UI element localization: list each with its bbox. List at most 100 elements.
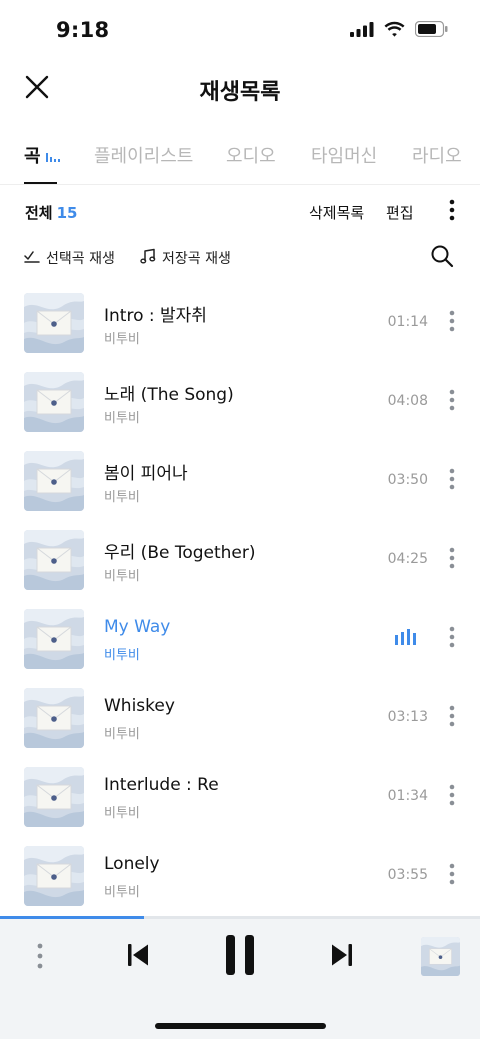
play-saved-label: 저장곡 재생 (162, 251, 231, 267)
skip-previous-icon (127, 943, 149, 971)
pause-icon (224, 934, 256, 980)
check-play-icon (24, 249, 40, 267)
more-vertical-icon (449, 705, 455, 731)
song-duration: 04:08 (387, 393, 428, 409)
progress-bar[interactable] (0, 916, 480, 919)
total-count-label: 전체 15 (25, 202, 77, 223)
more-vertical-icon (449, 547, 455, 573)
equalizer-icon (395, 629, 416, 645)
more-vertical-icon (449, 468, 455, 494)
song-title: Intro : 발자취 (104, 306, 207, 326)
song-duration: 03:50 (387, 472, 428, 488)
more-vertical-icon (449, 626, 455, 652)
song-row[interactable]: Lonely 비투비 03:55 (0, 836, 480, 915)
song-title: Lonely (104, 854, 160, 874)
song-more-button[interactable] (440, 467, 464, 495)
song-more-button[interactable] (440, 783, 464, 811)
song-duration: 04:25 (387, 551, 428, 567)
active-tab-indicator (24, 182, 57, 184)
song-row[interactable]: Intro : 발자취 비투비 01:14 (0, 283, 480, 362)
search-icon (430, 244, 454, 272)
tab-playlists[interactable]: 플레이리스트 (94, 142, 193, 168)
song-artist: 비투비 (104, 806, 140, 821)
music-note-icon (140, 248, 156, 268)
page-title: 재생목록 (199, 80, 281, 105)
song-more-button[interactable] (440, 546, 464, 574)
mini-player (0, 916, 480, 1039)
player-more-button[interactable] (26, 938, 54, 978)
tab-radio[interactable]: 라디오 (412, 142, 462, 168)
list-toolbar: 전체 15 삭제목록 편집 (0, 190, 480, 234)
album-art (24, 293, 84, 353)
song-more-button[interactable] (440, 704, 464, 732)
play-saved-button[interactable]: 저장곡 재생 (140, 248, 231, 268)
album-art (24, 451, 84, 511)
header: 재생목록 (0, 62, 480, 118)
song-row[interactable]: Interlude : Re 비투비 01:34 (0, 757, 480, 836)
song-title: My Way (104, 617, 171, 637)
wifi-icon (384, 21, 405, 41)
previous-button[interactable] (122, 941, 154, 973)
song-artist: 비투비 (104, 727, 140, 742)
song-more-button[interactable] (440, 388, 464, 416)
more-vertical-icon (37, 941, 43, 975)
more-vertical-icon (449, 784, 455, 810)
status-time: 9:18 (56, 18, 110, 42)
song-title: Whiskey (104, 696, 175, 716)
signal-icon (350, 21, 374, 41)
search-button[interactable] (428, 244, 456, 272)
song-title: 봄이 피어나 (104, 464, 188, 484)
more-vertical-icon (449, 863, 455, 889)
pause-button[interactable] (218, 934, 262, 980)
song-duration: 03:55 (387, 867, 428, 883)
song-artist: 비투비 (104, 490, 140, 505)
total-label-text: 전체 (25, 204, 53, 222)
song-artist: 비투비 (104, 648, 140, 663)
tab-audio[interactable]: 오디오 (226, 142, 276, 168)
more-vertical-icon (449, 389, 455, 415)
song-artist: 비투비 (104, 569, 140, 584)
edit-button[interactable]: 편집 (386, 202, 414, 223)
song-duration: 01:14 (387, 314, 428, 330)
song-title: 노래 (The Song) (104, 385, 234, 405)
play-selected-label: 선택곡 재생 (46, 251, 115, 267)
song-artist: 비투비 (104, 411, 140, 426)
deleted-list-button[interactable]: 삭제목록 (309, 202, 364, 223)
song-duration: 03:13 (387, 709, 428, 725)
skip-next-icon (331, 943, 353, 971)
song-more-button[interactable] (440, 862, 464, 890)
status-icons (350, 20, 448, 41)
tab-time-machine[interactable]: 타임머신 (311, 142, 377, 168)
song-list: Intro : 발자취 비투비 01:14 노래 (The Song) 비투비 04:08… (0, 283, 480, 915)
battery-icon (414, 20, 448, 41)
song-more-button[interactable] (440, 309, 464, 337)
song-row[interactable]: 노래 (The Song) 비투비 04:08 (0, 362, 480, 441)
song-row[interactable]: 봄이 피어나비투비 03:50 (0, 441, 480, 520)
next-button[interactable] (326, 941, 358, 973)
album-art (24, 372, 84, 432)
song-row[interactable]: Whiskey 비투비 03:13 (0, 678, 480, 757)
album-art (24, 846, 84, 906)
album-art (24, 688, 84, 748)
toolbar-more-button[interactable] (438, 198, 466, 226)
progress-fill (0, 916, 144, 919)
song-row[interactable]: My Way 비투비 (0, 599, 480, 678)
tab-songs-label: 곡 (24, 146, 41, 167)
album-art (24, 530, 84, 590)
song-title: 우리 (Be Together) (104, 543, 256, 563)
equalizer-icon (45, 152, 60, 162)
more-vertical-icon (449, 199, 455, 225)
song-more-button[interactable] (440, 625, 464, 653)
now-playing-album-art[interactable] (421, 937, 460, 976)
total-count-value: 15 (56, 204, 78, 222)
play-selected-button[interactable]: 선택곡 재생 (24, 248, 115, 268)
status-bar: 9:18 (0, 0, 480, 62)
song-artist: 비투비 (104, 885, 140, 900)
song-row[interactable]: 우리 (Be Together) 비투비 04:25 (0, 520, 480, 599)
album-art (24, 767, 84, 827)
tab-songs[interactable]: 곡 (24, 142, 60, 168)
tab-bar: 곡 플레이리스트 오디오 타임머신 라디오 (0, 130, 480, 185)
song-duration: 01:34 (387, 788, 428, 804)
album-art (24, 609, 84, 669)
play-actions: 선택곡 재생 저장곡 재생 (0, 240, 480, 280)
